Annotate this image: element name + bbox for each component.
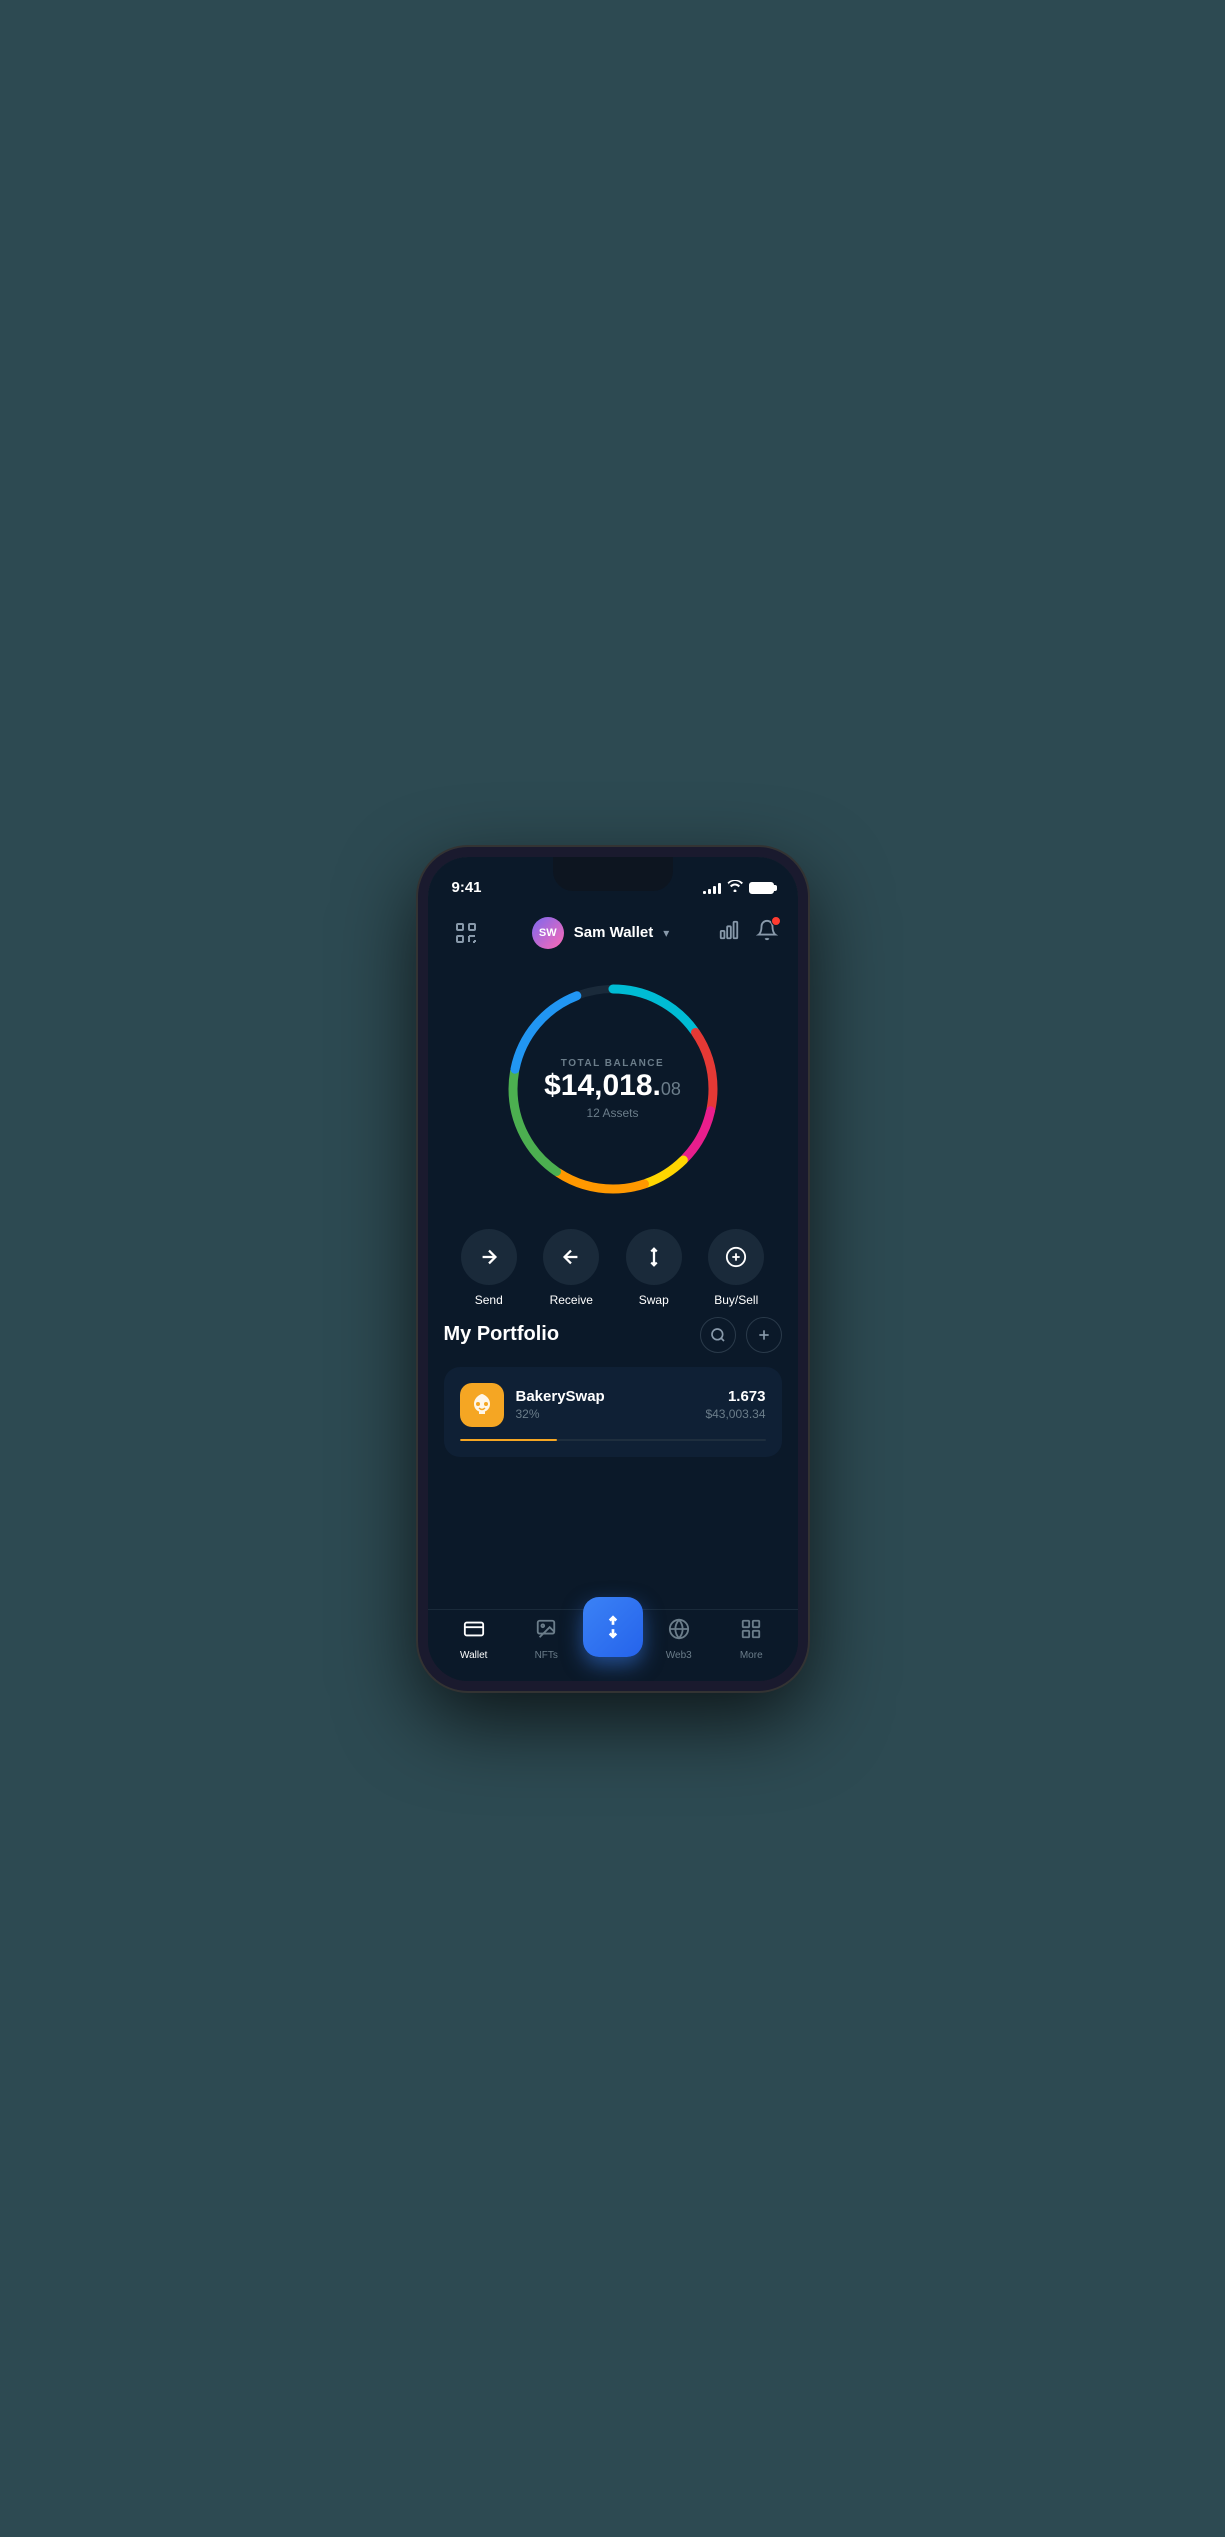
nav-wallet[interactable]: Wallet (438, 1618, 511, 1661)
battery-icon (749, 882, 774, 894)
portfolio-section: My Portfolio (428, 1317, 798, 1463)
nfts-nav-label: NFTs (535, 1650, 558, 1661)
swap-icon-circle (626, 1229, 682, 1285)
buysell-button[interactable]: Buy/Sell (708, 1229, 764, 1307)
balance-amount: $14,018.08 (544, 1069, 681, 1102)
signal-icon (703, 882, 721, 894)
more-nav-icon (740, 1618, 762, 1646)
bakeryswap-name: BakerySwap (516, 1388, 694, 1405)
status-time: 9:41 (452, 879, 482, 896)
balance-label: TOTAL BALANCE (544, 1058, 681, 1069)
receive-icon-circle (543, 1229, 599, 1285)
portfolio-header: My Portfolio (444, 1317, 782, 1353)
portfolio-actions (700, 1317, 782, 1353)
portfolio-add-button[interactable] (746, 1317, 782, 1353)
donut-chart: TOTAL BALANCE $14,018.08 12 Assets (493, 969, 733, 1209)
nav-more[interactable]: More (715, 1618, 788, 1661)
notification-badge (771, 916, 781, 926)
avatar: SW (532, 917, 564, 949)
portfolio-title: My Portfolio (444, 1323, 560, 1346)
status-icons (703, 880, 774, 895)
bakeryswap-info: BakerySwap 32% (516, 1388, 694, 1421)
bakeryswap-values: 1.673 $43,003.34 (705, 1388, 765, 1421)
wallet-nav-label: Wallet (460, 1650, 487, 1661)
asset-card-bakeryswap[interactable]: BakerySwap 32% 1.673 $43,003.34 (444, 1367, 782, 1457)
bakeryswap-progress-bar (460, 1439, 558, 1441)
web3-nav-icon (668, 1618, 690, 1646)
more-nav-label: More (740, 1650, 763, 1661)
action-buttons: Send Receive (428, 1209, 798, 1317)
bakeryswap-logo (460, 1383, 504, 1427)
swap-label: Swap (639, 1293, 669, 1307)
bakeryswap-usd: $43,003.34 (705, 1407, 765, 1421)
phone-frame: 9:41 (418, 847, 808, 1691)
asset-row-bakeryswap: BakerySwap 32% 1.673 $43,003.34 (460, 1383, 766, 1427)
portfolio-search-button[interactable] (700, 1317, 736, 1353)
nav-web3[interactable]: Web3 (643, 1618, 716, 1661)
wallet-selector[interactable]: SW Sam Wallet ▾ (532, 917, 670, 949)
assets-count: 12 Assets (544, 1106, 681, 1120)
nav-nfts[interactable]: NFTs (510, 1618, 583, 1661)
center-action-button[interactable] (583, 1597, 643, 1657)
send-label: Send (475, 1293, 503, 1307)
send-icon-circle (461, 1229, 517, 1285)
wallet-nav-icon (463, 1618, 485, 1646)
chart-button[interactable] (718, 919, 740, 947)
bakeryswap-progress (460, 1439, 766, 1441)
receive-label: Receive (550, 1293, 593, 1307)
top-nav: SW Sam Wallet ▾ (428, 907, 798, 959)
notch (553, 857, 673, 891)
balance-center: TOTAL BALANCE $14,018.08 12 Assets (544, 1058, 681, 1120)
web3-nav-label: Web3 (666, 1650, 692, 1661)
wallet-name: Sam Wallet (574, 924, 653, 941)
nav-right-icons (718, 919, 778, 947)
chevron-down-icon: ▾ (663, 926, 669, 940)
bakeryswap-percent: 32% (516, 1407, 694, 1421)
bakeryswap-amount: 1.673 (705, 1388, 765, 1405)
buysell-label: Buy/Sell (714, 1293, 758, 1307)
bottom-nav: Wallet NFTs (428, 1609, 798, 1681)
send-button[interactable]: Send (461, 1229, 517, 1307)
main-scroll: TOTAL BALANCE $14,018.08 12 Assets (428, 959, 798, 1609)
phone-screen: 9:41 (428, 857, 798, 1681)
notification-button[interactable] (756, 919, 778, 947)
spacer (428, 1463, 798, 1609)
wifi-icon (727, 880, 743, 895)
receive-button[interactable]: Receive (543, 1229, 599, 1307)
balance-section: TOTAL BALANCE $14,018.08 12 Assets (428, 959, 798, 1209)
scan-button[interactable] (448, 915, 484, 951)
nfts-nav-icon (535, 1618, 557, 1646)
buysell-icon-circle (708, 1229, 764, 1285)
swap-button[interactable]: Swap (626, 1229, 682, 1307)
